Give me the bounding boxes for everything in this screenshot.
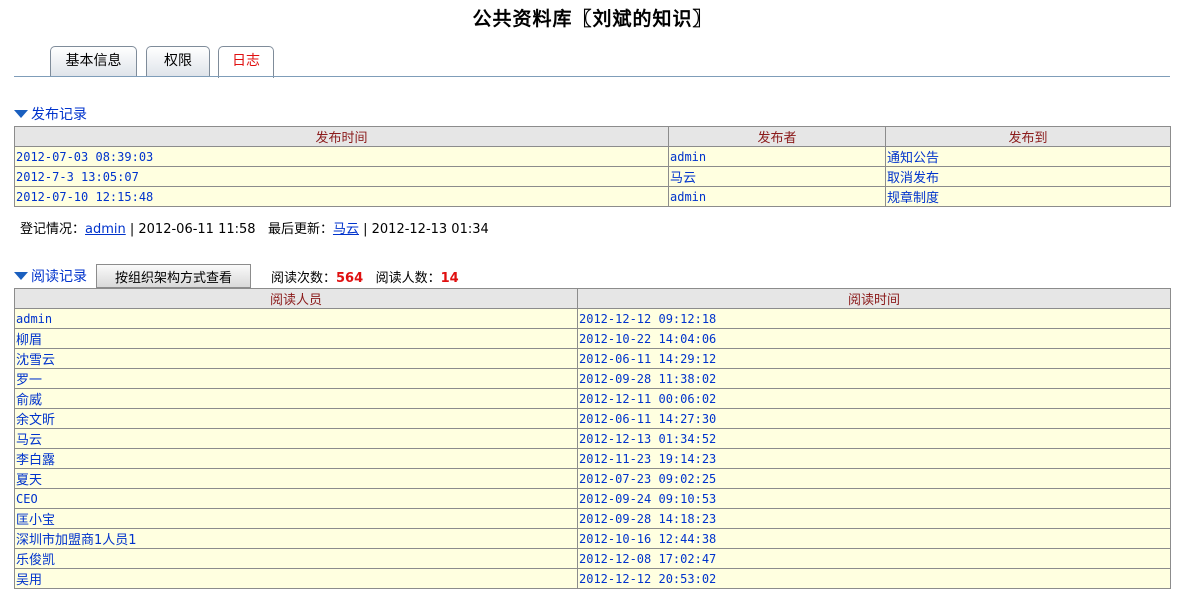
- column-header-read-time[interactable]: 阅读时间: [577, 288, 1171, 309]
- tab-basic-info[interactable]: 基本信息: [50, 46, 137, 76]
- registration-info: 登记情况：admin | 2012-06-11 11:58 最后更新：马云 | …: [20, 218, 489, 237]
- read-time-cell: 2012-07-23 09:02:25: [577, 468, 1171, 489]
- publisher-cell[interactable]: admin: [668, 186, 886, 207]
- table-row: 俞威 2012-12-11 00:06:02: [14, 388, 1171, 409]
- read-time-cell: 2012-06-11 14:27:30: [577, 408, 1171, 429]
- publish-to-cell[interactable]: 通知公告: [885, 146, 1171, 167]
- column-header-publish-to[interactable]: 发布到: [885, 126, 1171, 147]
- table-row: 2012-07-10 12:15:48 admin 规章制度: [14, 186, 1171, 207]
- reader-cell[interactable]: 柳眉: [14, 328, 578, 349]
- collapse-triangle-icon: [14, 272, 28, 280]
- reading-stats: 阅读次数：564 阅读人数：14: [271, 267, 459, 286]
- read-time-cell: 2012-06-11 14:29:12: [577, 348, 1171, 369]
- reading-section-toggle[interactable]: 阅读记录: [14, 268, 87, 286]
- reader-count: 14: [440, 271, 459, 286]
- column-header-publisher[interactable]: 发布者: [668, 126, 886, 147]
- publish-time-cell: 2012-07-10 12:15:48: [14, 186, 669, 207]
- table-row: 匡小宝 2012-09-28 14:18:23: [14, 508, 1171, 529]
- read-time-cell: 2012-12-12 09:12:18: [577, 308, 1171, 329]
- read-time-cell: 2012-11-23 19:14:23: [577, 448, 1171, 469]
- publish-time-cell: 2012-07-03 08:39:03: [14, 146, 669, 167]
- registrant-link[interactable]: admin: [85, 222, 126, 237]
- reader-count-label: 阅读人数：: [375, 271, 441, 286]
- table-row: 马云 2012-12-13 01:34:52: [14, 428, 1171, 449]
- reader-cell[interactable]: 沈雪云: [14, 348, 578, 369]
- reader-cell[interactable]: 乐俊凯: [14, 548, 578, 569]
- registration-time: | 2012-06-11 11:58: [125, 222, 256, 237]
- table-row: 罗一 2012-09-28 11:38:02: [14, 368, 1171, 389]
- last-update-label: 最后更新：: [267, 222, 333, 237]
- read-time-cell: 2012-12-12 20:53:02: [577, 568, 1171, 589]
- read-count: 564: [336, 271, 364, 286]
- read-time-cell: 2012-12-11 00:06:02: [577, 388, 1171, 409]
- reader-cell[interactable]: 俞威: [14, 388, 578, 409]
- table-row: 夏天 2012-07-23 09:02:25: [14, 468, 1171, 489]
- read-time-cell: 2012-09-24 09:10:53: [577, 488, 1171, 509]
- table-header-row: 发布时间 发布者 发布到: [14, 126, 1171, 147]
- reader-cell[interactable]: 马云: [14, 428, 578, 449]
- reader-cell[interactable]: 夏天: [14, 468, 578, 489]
- table-row: 柳眉 2012-10-22 14:04:06: [14, 328, 1171, 349]
- read-count-label: 阅读次数：: [271, 271, 337, 286]
- table-row: 乐俊凯 2012-12-08 17:02:47: [14, 548, 1171, 569]
- publish-table: 发布时间 发布者 发布到 2012-07-03 08:39:03 admin 通…: [14, 126, 1171, 207]
- table-header-row: 阅读人员 阅读时间: [14, 288, 1171, 309]
- reader-cell[interactable]: 余文昕: [14, 408, 578, 429]
- table-row: admin 2012-12-12 09:12:18: [14, 308, 1171, 329]
- reader-cell[interactable]: 罗一: [14, 368, 578, 389]
- publisher-cell[interactable]: 马云: [668, 166, 886, 187]
- reader-cell[interactable]: CEO: [14, 488, 578, 509]
- collapse-triangle-icon: [14, 110, 28, 118]
- read-time-cell: 2012-10-22 14:04:06: [577, 328, 1171, 349]
- registration-label: 登记情况：: [20, 222, 86, 237]
- last-updater-link[interactable]: 马云: [333, 222, 359, 237]
- last-update-time: | 2012-12-13 01:34: [358, 222, 489, 237]
- table-row: CEO 2012-09-24 09:10:53: [14, 488, 1171, 509]
- reader-cell[interactable]: 深圳市加盟商1人员1: [14, 528, 578, 549]
- read-time-cell: 2012-09-28 11:38:02: [577, 368, 1171, 389]
- table-row: 2012-7-3 13:05:07 马云 取消发布: [14, 166, 1171, 187]
- reading-table: 阅读人员 阅读时间 admin 2012-12-12 09:12:18 柳眉 201…: [14, 288, 1171, 589]
- tab-log[interactable]: 日志: [218, 46, 274, 78]
- page-title: 公共资料库〖刘斌的知识〗: [472, 8, 713, 30]
- column-header-publish-time[interactable]: 发布时间: [14, 126, 669, 147]
- reader-cell[interactable]: 匡小宝: [14, 508, 578, 529]
- publish-to-cell[interactable]: 取消发布: [885, 166, 1171, 187]
- publish-section-label: 发布记录: [31, 107, 87, 123]
- publish-section-toggle[interactable]: 发布记录: [14, 106, 87, 124]
- read-time-cell: 2012-12-08 17:02:47: [577, 548, 1171, 569]
- publish-to-cell[interactable]: 规章制度: [885, 186, 1171, 207]
- reader-cell[interactable]: 吴用: [14, 568, 578, 589]
- publish-time-cell: 2012-7-3 13:05:07: [14, 166, 669, 187]
- publisher-cell[interactable]: admin: [668, 146, 886, 167]
- reading-section-label: 阅读记录: [31, 269, 87, 285]
- read-time-cell: 2012-10-16 12:44:38: [577, 528, 1171, 549]
- column-header-reader[interactable]: 阅读人员: [14, 288, 578, 309]
- read-time-cell: 2012-12-13 01:34:52: [577, 428, 1171, 449]
- table-row: 深圳市加盟商1人员1 2012-10-16 12:44:38: [14, 528, 1171, 549]
- table-row: 吴用 2012-12-12 20:53:02: [14, 568, 1171, 589]
- tab-divider: [14, 76, 1170, 77]
- read-time-cell: 2012-09-28 14:18:23: [577, 508, 1171, 529]
- table-row: 余文昕 2012-06-11 14:27:30: [14, 408, 1171, 429]
- table-row: 2012-07-03 08:39:03 admin 通知公告: [14, 146, 1171, 167]
- table-row: 李白露 2012-11-23 19:14:23: [14, 448, 1171, 469]
- table-row: 沈雪云 2012-06-11 14:29:12: [14, 348, 1171, 369]
- reader-cell[interactable]: admin: [14, 308, 578, 329]
- tab-permissions[interactable]: 权限: [146, 46, 210, 76]
- reader-cell[interactable]: 李白露: [14, 448, 578, 469]
- view-by-org-button[interactable]: 按组织架构方式查看: [96, 264, 251, 288]
